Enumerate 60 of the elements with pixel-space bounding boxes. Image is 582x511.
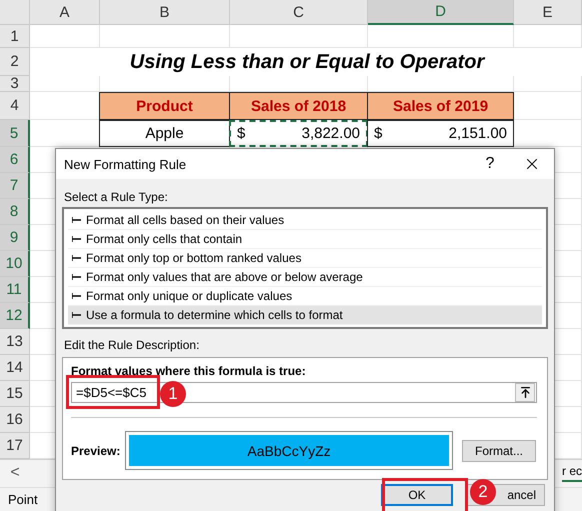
row-header[interactable]: 5 [0,120,30,147]
preview-sample: AaBbCcYyZz [126,432,452,469]
select-all-corner[interactable] [0,0,30,25]
row-header[interactable]: 11 [0,277,30,303]
row-header[interactable]: 6 [0,147,30,173]
table-cell: Apple [99,120,230,147]
sheet-cell[interactable] [100,25,230,48]
table-header: Sales of 2019 [367,92,514,120]
currency-symbol: $ [374,125,382,142]
sheet-cell[interactable] [30,25,100,48]
row-header[interactable]: 17 [0,433,30,459]
rule-type-item[interactable]: Use a formula to determine which cells to format [68,306,542,325]
sheet-cell[interactable] [230,25,368,48]
sheet-cell[interactable] [514,76,582,92]
column-header[interactable]: A [30,0,100,25]
row-header[interactable]: 9 [0,225,30,251]
table-header: Sales of 2018 [229,92,368,120]
arrow-icon [72,274,81,280]
format-button[interactable]: Format... [462,440,536,462]
arrow-icon [72,255,81,261]
sheet-scroll-button[interactable]: < [0,464,30,482]
row-header[interactable]: 1 [0,25,30,48]
row-header[interactable]: 12 [0,303,30,329]
sheet-cell[interactable] [514,120,582,147]
row-header[interactable]: 2 [0,48,30,76]
sheet-cell[interactable] [368,25,514,48]
row-header[interactable]: 10 [0,251,30,277]
amount: 3,822.00 [302,125,360,142]
help-button[interactable]: ? [470,149,510,179]
row-header[interactable]: 4 [0,92,30,120]
sheet-tab[interactable]: r ec [562,464,582,482]
column-header[interactable]: C [230,0,368,25]
formula-label: Format values where this formula is true: [71,364,307,378]
sheet-cell[interactable] [514,25,582,48]
row-header[interactable]: 8 [0,199,30,225]
row-header[interactable]: 13 [0,329,30,355]
arrow-icon [72,312,81,318]
arrow-icon [72,293,81,299]
arrow-icon [72,217,81,223]
section-label: Select a Rule Type: [64,190,169,204]
sheet-cell[interactable] [30,76,100,92]
column-header[interactable]: D [368,0,514,25]
row-header[interactable]: 15 [0,381,30,407]
column-header[interactable]: E [514,0,582,25]
amount: 2,151.00 [448,125,507,142]
arrow-icon [72,236,81,242]
collapse-button[interactable] [515,383,535,402]
row-header[interactable]: 7 [0,173,30,199]
row-header[interactable]: 3 [0,76,30,92]
dialog-title: New Formatting Rule [64,156,188,172]
section-label: Edit the Rule Description: [64,338,200,352]
upload-arrow-icon [518,386,532,399]
currency-symbol: $ [237,125,246,142]
row-header[interactable]: 16 [0,407,30,433]
column-header[interactable]: B [100,0,230,25]
sheet-title: Using Less than or Equal to Operator [128,50,486,74]
table-header: Product [99,92,230,120]
sheet-cell[interactable] [514,92,582,120]
row-header[interactable]: 14 [0,355,30,381]
ok-button[interactable]: OK [381,484,453,506]
